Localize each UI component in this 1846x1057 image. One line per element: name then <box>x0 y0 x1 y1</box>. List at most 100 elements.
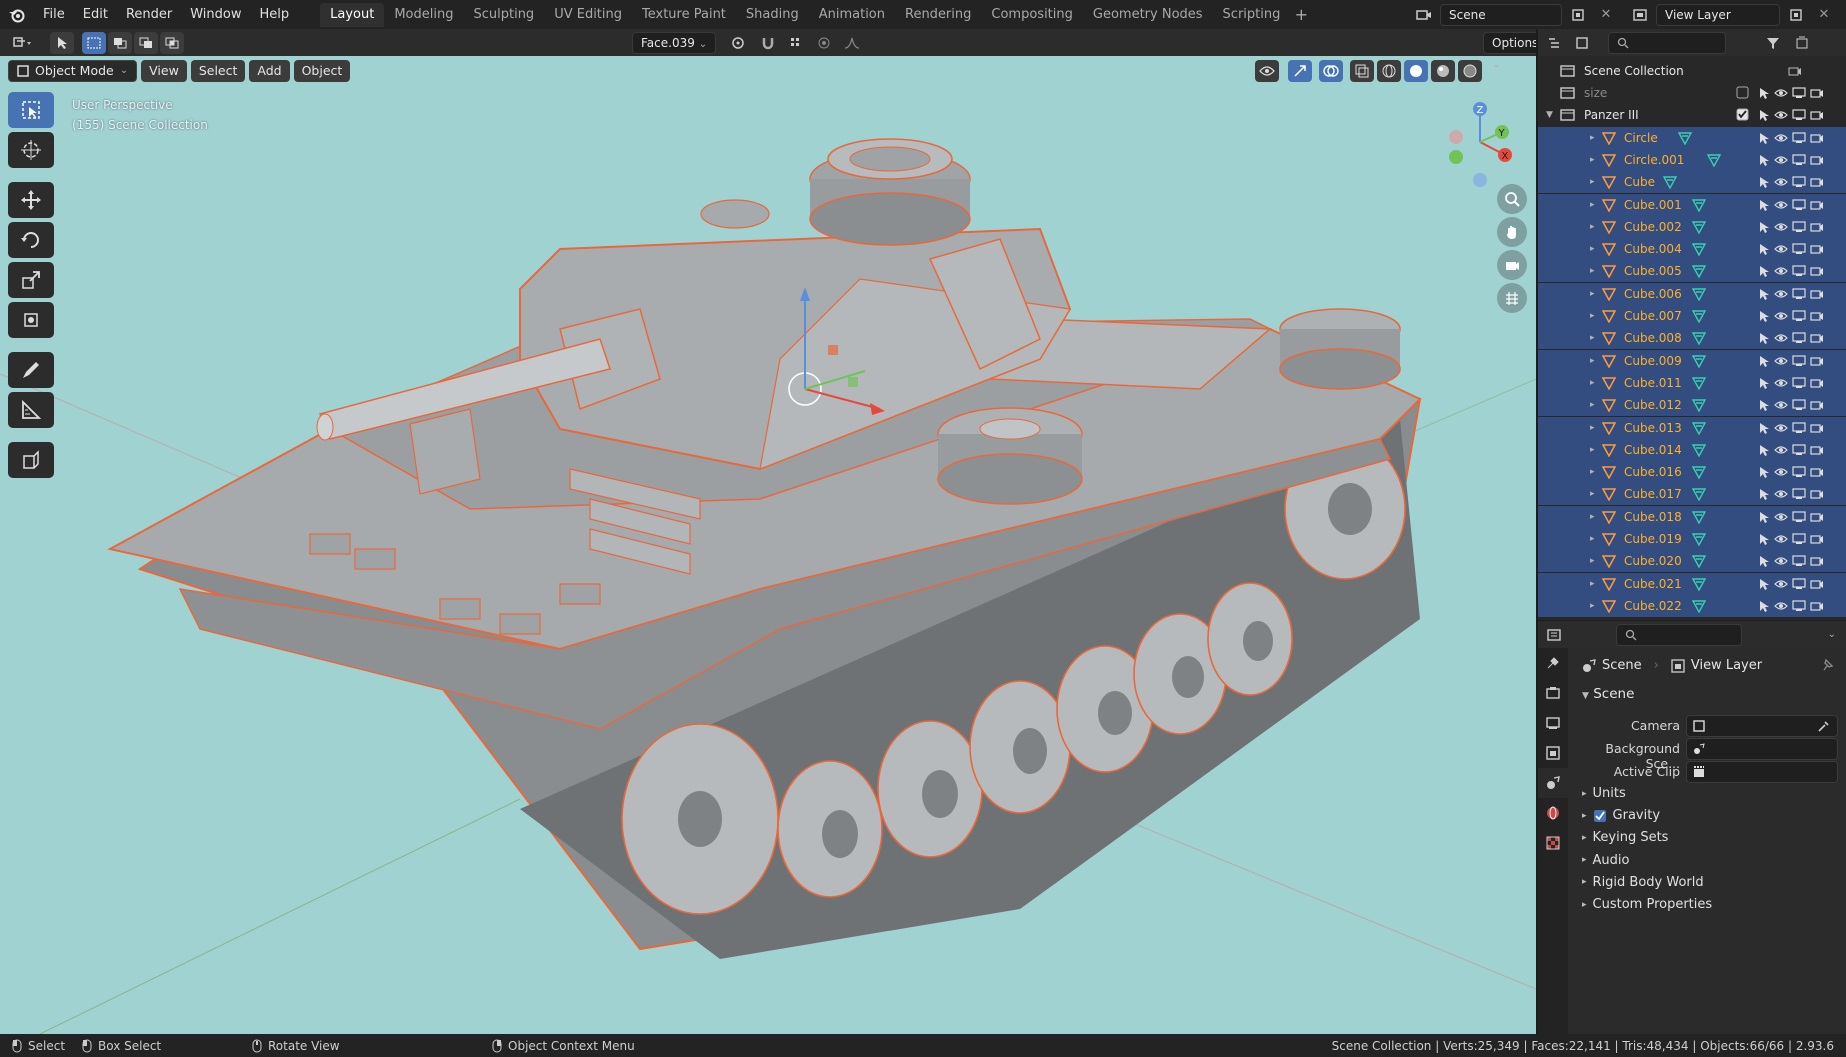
measure-icon[interactable] <box>8 392 54 428</box>
subpanel-audio[interactable]: ▸ Audio <box>1582 853 1629 868</box>
snap-increment-icon[interactable] <box>784 32 808 54</box>
cursor-icon[interactable] <box>8 132 54 168</box>
editor-type-icon[interactable] <box>10 32 34 54</box>
menu-help[interactable]: Help <box>251 0 299 29</box>
gizmo-toggle-icon[interactable] <box>1288 60 1312 82</box>
properties-search-input[interactable] <box>1616 623 1742 646</box>
world-tab-icon[interactable] <box>1538 798 1568 828</box>
new-scene-icon[interactable] <box>1566 4 1590 26</box>
outliner-row-cube-022[interactable]: ▸ Cube.022 <box>1538 594 1846 617</box>
outliner-row-cube-018[interactable]: ▸ Cube.018 <box>1538 505 1846 528</box>
tab-shading[interactable]: Shading <box>736 3 809 27</box>
select-tool-mode-icon[interactable] <box>50 31 74 54</box>
outliner-row-panzer-iii[interactable]: ▼ Panzer III <box>1538 104 1846 126</box>
outliner-row-cube-009[interactable]: ▸ Cube.009 <box>1538 349 1846 372</box>
tool-tab-icon[interactable] <box>1538 648 1568 678</box>
outliner-row-cube-008[interactable]: ▸ Cube.008 <box>1538 327 1846 350</box>
tab-rendering[interactable]: Rendering <box>895 3 981 27</box>
menu-window[interactable]: Window <box>181 0 250 29</box>
outliner-editor-type-icon[interactable] <box>1544 32 1568 54</box>
tab-scripting[interactable]: Scripting <box>1213 3 1291 27</box>
annotate-icon[interactable] <box>8 352 54 388</box>
blender-logo-icon[interactable] <box>0 0 34 29</box>
extend-selection-icon[interactable] <box>108 31 132 54</box>
xray-toggle-icon[interactable] <box>1350 60 1374 82</box>
zoom-icon[interactable] <box>1497 184 1527 214</box>
outliner-row-cube-011[interactable]: ▸ Cube.011 <box>1538 371 1846 394</box>
menu-render[interactable]: Render <box>117 0 181 29</box>
outliner-row-cube-016[interactable]: ▸ Cube.016 <box>1538 461 1846 484</box>
outliner-row-cube-005[interactable]: ▸ Cube.005 <box>1538 260 1846 283</box>
outliner-row-cube-001[interactable]: ▸ Cube.001 <box>1538 193 1846 216</box>
options-dropdown[interactable]: Options ⌄ <box>1483 32 1536 70</box>
scene-panel-header[interactable]: ▼ Scene <box>1582 686 1634 702</box>
delete-scene-icon[interactable]: ✕ <box>1594 4 1618 26</box>
add-workspace-button[interactable]: + <box>1290 4 1312 26</box>
outliner-row-cube-004[interactable]: ▸ Cube.004 <box>1538 238 1846 261</box>
transform-icon[interactable] <box>8 302 54 338</box>
intersect-selection-icon[interactable] <box>160 31 184 54</box>
object-mode-dropdown[interactable]: Object Mode ⌄ <box>8 60 138 82</box>
view-layer-tab-icon[interactable] <box>1538 738 1568 768</box>
overlays-toggle-icon[interactable] <box>1319 60 1343 82</box>
scene-icon[interactable] <box>1412 4 1436 26</box>
tab-compositing[interactable]: Compositing <box>981 3 1083 27</box>
subpanel-custom-properties[interactable]: ▸ Custom Properties <box>1582 897 1712 912</box>
outliner-row-circle[interactable]: ▸ Circle <box>1538 126 1846 149</box>
outliner-row-cube-021[interactable]: ▸ Cube.021 <box>1538 572 1846 595</box>
tab-geometry-nodes[interactable]: Geometry Nodes <box>1083 3 1213 27</box>
object-menu[interactable]: Object <box>293 60 351 82</box>
tab-animation[interactable]: Animation <box>809 3 895 27</box>
output-tab-icon[interactable] <box>1538 708 1568 738</box>
tab-texture-paint[interactable]: Texture Paint <box>632 3 736 27</box>
view-layer-icon[interactable] <box>1628 4 1652 26</box>
new-view-layer-icon[interactable] <box>1784 4 1808 26</box>
camera-field[interactable] <box>1686 715 1838 737</box>
menu-edit[interactable]: Edit <box>74 0 117 29</box>
active-clip-field[interactable] <box>1686 761 1838 783</box>
navigation-gizmo[interactable]: Z Y X <box>1440 97 1520 187</box>
scale-icon[interactable] <box>8 262 54 298</box>
background-scene-field[interactable] <box>1686 738 1838 760</box>
visibility-toggle-icon[interactable] <box>1255 60 1279 82</box>
outliner-row-cube-017[interactable]: ▸ Cube.017 <box>1538 483 1846 506</box>
tank-model[interactable] <box>0 29 1536 1034</box>
outliner-row-cube-002[interactable]: ▸ Cube.002 <box>1538 215 1846 238</box>
view-layer-field[interactable]: View Layer <box>1656 3 1780 26</box>
outliner-row-cube-007[interactable]: ▸ Cube.007 <box>1538 305 1846 327</box>
select-menu[interactable]: Select <box>190 60 246 82</box>
add-menu[interactable]: Add <box>249 60 290 82</box>
new-collection-icon[interactable] <box>1790 32 1814 54</box>
outliner-root-row[interactable]: Scene Collection <box>1538 60 1846 82</box>
snap-magnet-icon[interactable] <box>756 32 780 54</box>
tab-uv-editing[interactable]: UV Editing <box>544 3 632 27</box>
pan-hand-icon[interactable] <box>1497 217 1527 247</box>
render-tab-icon[interactable] <box>1538 678 1568 708</box>
outliner-row-cube-012[interactable]: ▸ Cube.012 <box>1538 394 1846 417</box>
filter-icon[interactable] <box>1762 32 1786 54</box>
proportional-edit-icon[interactable] <box>812 32 836 54</box>
scene-tab-icon[interactable] <box>1538 768 1568 798</box>
transform-pivot-icon[interactable] <box>728 32 752 54</box>
outliner-search-input[interactable] <box>1608 31 1726 54</box>
texture-tab-icon[interactable] <box>1538 828 1568 858</box>
delete-view-layer-icon[interactable]: ✕ <box>1812 4 1836 26</box>
tab-sculpting[interactable]: Sculpting <box>463 3 544 27</box>
rotate-icon[interactable] <box>8 222 54 258</box>
menu-file[interactable]: File <box>34 0 74 29</box>
camera-view-icon[interactable] <box>1497 250 1527 280</box>
chevron-down-icon[interactable]: ⌄ <box>1828 629 1836 640</box>
ortho-grid-icon[interactable] <box>1497 283 1527 313</box>
subpanel-gravity[interactable]: ▸ Gravity <box>1582 808 1660 823</box>
outliner-row-cube-020[interactable]: ▸ Cube.020 <box>1538 550 1846 573</box>
outliner-row-cube-019[interactable]: ▸ Cube.019 <box>1538 528 1846 550</box>
tab-layout[interactable]: Layout <box>320 2 385 27</box>
3d-viewport[interactable]: Face.039 ⌄ Options ⌄ Object Mode ⌄ View … <box>0 29 1536 1034</box>
view-menu[interactable]: View <box>141 60 187 82</box>
solid-shading-icon[interactable] <box>1404 60 1428 82</box>
falloff-curve-icon[interactable] <box>840 32 864 54</box>
material-shading-icon[interactable] <box>1431 60 1455 82</box>
subpanel-units[interactable]: ▸ Units <box>1582 786 1626 801</box>
outliner-row-cube[interactable]: ▸ Cube <box>1538 171 1846 194</box>
display-mode-icon[interactable] <box>1572 32 1596 54</box>
